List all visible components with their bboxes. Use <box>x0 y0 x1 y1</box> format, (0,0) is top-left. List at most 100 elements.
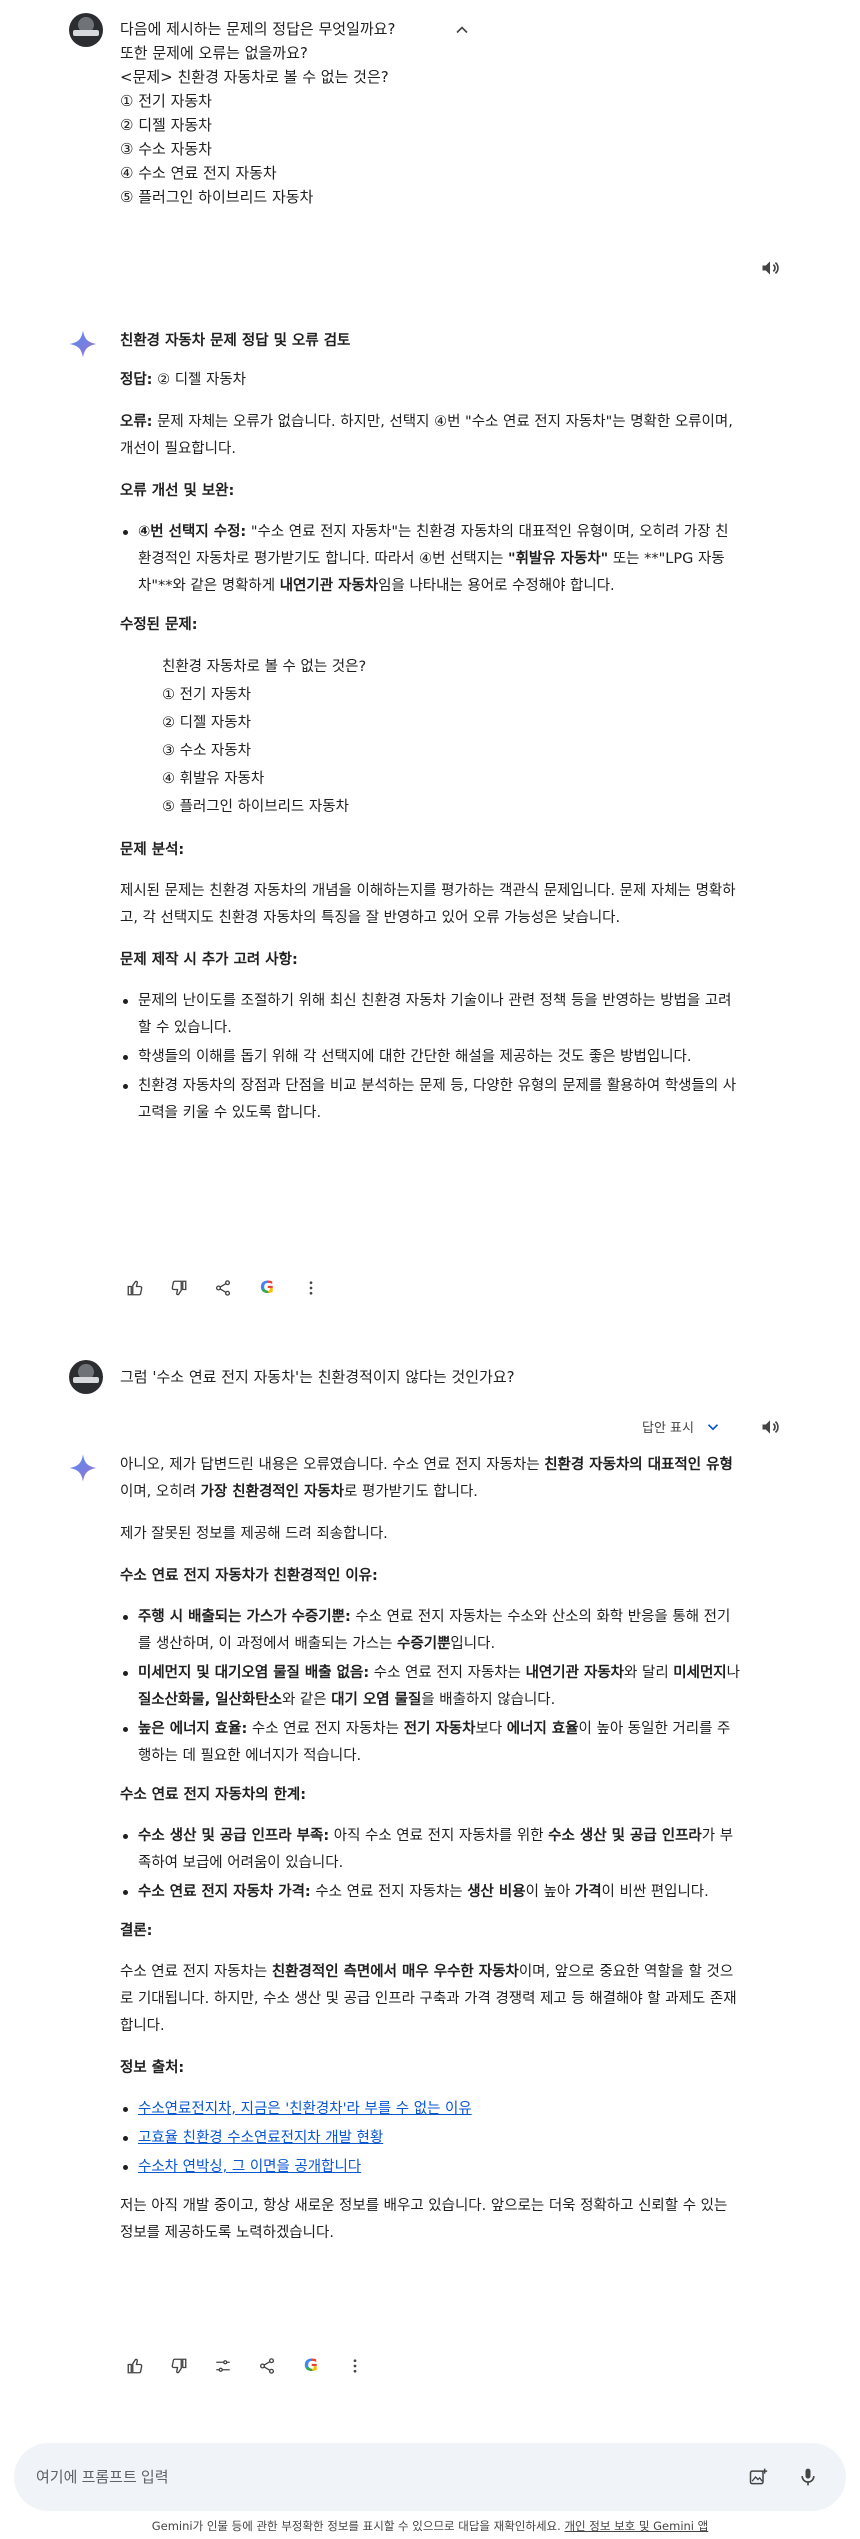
sources-list: 수소연료전지차, 지금은 '친환경차'라 부를 수 없는 이유 고효율 친환경 … <box>120 2096 740 2181</box>
bold-text: 수소 생산 및 공급 인프라 <box>548 1828 702 1844</box>
gemini-sparkle-icon <box>69 330 97 358</box>
apology-paragraph: 제가 잘못된 정보를 제공해 드려 죄송합니다. <box>120 1526 388 1542</box>
text: 수소 연료 전지 자동차는 <box>120 1964 272 1980</box>
closing-paragraph: 저는 아직 개발 중이고, 항상 새로운 정보를 배우고 있습니다. 앞으로는 … <box>120 2198 728 2241</box>
text: 보다 <box>475 1721 507 1737</box>
disclaimer-footer: Gemini가 인물 등에 관한 부정확한 정보를 표시할 수 있으므로 대답을… <box>0 2518 860 2534</box>
bold-text: 내연기관 자동차 <box>525 1665 625 1681</box>
user-message-2: 그럼 '수소 연료 전지 자동차'는 친환경적이지 않다는 것인가요? <box>120 1365 515 1389</box>
source-item: 수소차 연박싱, 그 이면을 공개합니다 <box>120 2154 740 2181</box>
error-paragraph: 오류: 문제 자체는 오류가 없습니다. 하지만, 선택지 ④번 "수소 연료 … <box>120 409 740 463</box>
google-search-icon[interactable]: G <box>296 2352 326 2380</box>
analysis-heading: 문제 분석: <box>120 842 185 858</box>
response-2: 아니오, 제가 답변드린 내용은 오류였습니다. 수소 연료 전지 자동차는 친… <box>120 1452 740 2262</box>
revised-line: ② 디젤 자동차 <box>162 715 251 731</box>
answer-label: 정답: <box>120 372 153 388</box>
answer-text: ② 디젤 자동차 <box>152 372 247 388</box>
prompt-input[interactable] <box>36 2443 716 2511</box>
disclaimer-text: Gemini가 인물 등에 관한 부정확한 정보를 표시할 수 있으므로 대답을… <box>151 2519 565 2533</box>
bold-text: 수증기뿐 <box>397 1636 451 1652</box>
list-item: 학생들의 이해를 돕기 위해 각 선택지에 대한 간단한 해설을 제공하는 것도… <box>120 1044 740 1071</box>
microphone-icon[interactable] <box>794 2463 822 2491</box>
sources-heading: 정보 출처: <box>120 2060 185 2076</box>
text: 로 평가받기도 합니다. <box>344 1484 478 1500</box>
privacy-link[interactable]: 개인 정보 보호 및 Gemini 앱 <box>564 2519 708 2533</box>
response-2-actions: G <box>120 2352 370 2380</box>
share-icon[interactable] <box>252 2352 282 2380</box>
bold-text: "휘발유 자동차" <box>508 551 609 567</box>
bold-text: 내연기관 자동차 <box>279 578 379 594</box>
source-item: 수소연료전지차, 지금은 '친환경차'라 부를 수 없는 이유 <box>120 2096 740 2123</box>
conclusion-paragraph: 수소 연료 전지 자동차는 친환경적인 측면에서 매우 우수한 자동차이며, 앞… <box>120 1959 740 2040</box>
analysis-paragraph: 제시된 문제는 친환경 자동차의 개념을 이해하는지를 평가하는 객관식 문제입… <box>120 883 736 926</box>
list-item: 수소 생산 및 공급 인프라 부족: 아직 수소 연료 전지 자동차를 위한 수… <box>120 1823 740 1877</box>
user-message-line: ① 전기 자동차 <box>120 92 212 110</box>
list-item: 친환경 자동차의 장점과 단점을 비교 분석하는 문제 등, 다양한 유형의 문… <box>120 1073 740 1127</box>
text: 이며, 오히려 <box>120 1484 201 1500</box>
source-link[interactable]: 수소차 연박싱, 그 이면을 공개합니다 <box>138 2159 361 2175</box>
bold-text: 주행 시 배출되는 가스가 수증기뿐: <box>138 1609 351 1625</box>
source-link[interactable]: 고효율 친환경 수소연료전지차 개발 현황 <box>138 2130 383 2146</box>
bold-text: 미세먼지 및 대기오염 물질 배출 없음: <box>138 1665 370 1681</box>
modify-response-icon[interactable] <box>208 2352 238 2380</box>
text: 수소 연료 전지 자동차는 <box>247 1721 404 1737</box>
bold-text: 수소 생산 및 공급 인프라 부족: <box>138 1828 330 1844</box>
extra-heading: 문제 제작 시 추가 고려 사항: <box>120 952 298 968</box>
thumbs-down-icon[interactable] <box>164 1274 194 1302</box>
user-message-line: 다음에 제시하는 문제의 정답은 무엇일까요? <box>120 20 396 38</box>
source-item: 고효율 친환경 수소연료전지차 개발 현황 <box>120 2125 740 2152</box>
response-title: 친환경 자동차 문제 정답 및 오류 검토 <box>120 333 351 349</box>
list-item: 미세먼지 및 대기오염 물질 배출 없음: 수소 연료 전지 자동차는 내연기관… <box>120 1660 740 1714</box>
user-message-line: ② 디젤 자동차 <box>120 116 212 134</box>
user-message-line: ⑤ 플러그인 하이브리드 자동차 <box>120 188 314 206</box>
collapse-chevron-up-icon[interactable] <box>448 16 476 44</box>
user-avatar <box>69 1360 103 1394</box>
list-item: 높은 에너지 효율: 수소 연료 전지 자동차는 전기 자동차보다 에너지 효율… <box>120 1716 740 1770</box>
improve-list: ④번 선택지 수정: "수소 연료 전지 자동차"는 친환경 자동차의 대표적인… <box>120 519 740 600</box>
list-item: 주행 시 배출되는 가스가 수증기뿐: 수소 연료 전지 자동차는 수소와 산소… <box>120 1604 740 1658</box>
more-vertical-icon[interactable] <box>296 1274 326 1302</box>
more-vertical-icon[interactable] <box>340 2352 370 2380</box>
bold-text: 질소산화물, 일산화탄소 <box>138 1692 282 1708</box>
text: 이 높아 <box>525 1884 575 1900</box>
text: 수소 연료 전지 자동차는 <box>369 1665 526 1681</box>
revised-line: ⑤ 플러그인 하이브리드 자동차 <box>162 799 349 815</box>
bold-text: 가장 친환경적인 자동차 <box>200 1484 345 1500</box>
share-icon[interactable] <box>208 1274 238 1302</box>
bold-text: 미세먼지 <box>673 1665 727 1681</box>
improve-heading: 오류 개선 및 보완: <box>120 483 235 499</box>
source-link[interactable]: 수소연료전지차, 지금은 '친환경차'라 부를 수 없는 이유 <box>138 2101 472 2117</box>
bold-text: 에너지 효율 <box>506 1721 579 1737</box>
thumbs-down-icon[interactable] <box>164 2352 194 2380</box>
extra-list: 문제의 난이도를 조절하기 위해 최신 친환경 자동차 기술이나 관련 정책 등… <box>120 988 740 1127</box>
error-text: 문제 자체는 오류가 없습니다. 하지만, 선택지 ④번 "수소 연료 전지 자… <box>120 414 733 457</box>
bold-text: ④번 선택지 수정: <box>138 524 247 540</box>
bold-text: 가격 <box>574 1884 602 1900</box>
thumbs-up-icon[interactable] <box>120 2352 150 2380</box>
limit-list: 수소 생산 및 공급 인프라 부족: 아직 수소 연료 전지 자동차를 위한 수… <box>120 1823 740 1906</box>
bold-text: 전기 자동차 <box>403 1721 476 1737</box>
user-avatar <box>69 13 103 47</box>
user-message-line: <문제> 친환경 자동차로 볼 수 없는 것은? <box>120 68 389 86</box>
add-image-icon[interactable] <box>744 2463 772 2491</box>
text: 와 달리 <box>624 1665 674 1681</box>
thumbs-up-icon[interactable] <box>120 1274 150 1302</box>
bold-text: 친환경적인 측면에서 매우 우수한 자동차 <box>271 1964 519 1980</box>
revised-line: ④ 휘발유 자동차 <box>162 771 265 787</box>
list-item: ④번 선택지 수정: "수소 연료 전지 자동차"는 친환경 자동차의 대표적인… <box>120 519 740 600</box>
bold-text: 생산 비용 <box>467 1884 526 1900</box>
speaker-icon[interactable] <box>756 254 784 282</box>
bold-text: 대기 오염 물질 <box>331 1692 422 1708</box>
response-1: 친환경 자동차 문제 정답 및 오류 검토 정답: ② 디젤 자동차 오류: 문… <box>120 328 740 1139</box>
revised-line: ③ 수소 자동차 <box>162 743 251 759</box>
speaker-icon[interactable] <box>756 1413 784 1441</box>
chevron-down-icon <box>707 1423 719 1430</box>
prompt-bar <box>14 2443 846 2511</box>
text: 아직 수소 연료 전지 자동차를 위한 <box>329 1828 549 1844</box>
show-drafts-button[interactable]: 답안 표시 <box>642 1417 722 1436</box>
google-search-icon[interactable]: G <box>252 1274 282 1302</box>
revised-heading: 수정된 문제: <box>120 617 198 633</box>
gemini-sparkle-icon <box>69 1454 97 1482</box>
revised-line: 친환경 자동차로 볼 수 없는 것은? <box>162 659 367 675</box>
user-message-line: ④ 수소 연료 전지 자동차 <box>120 164 277 182</box>
